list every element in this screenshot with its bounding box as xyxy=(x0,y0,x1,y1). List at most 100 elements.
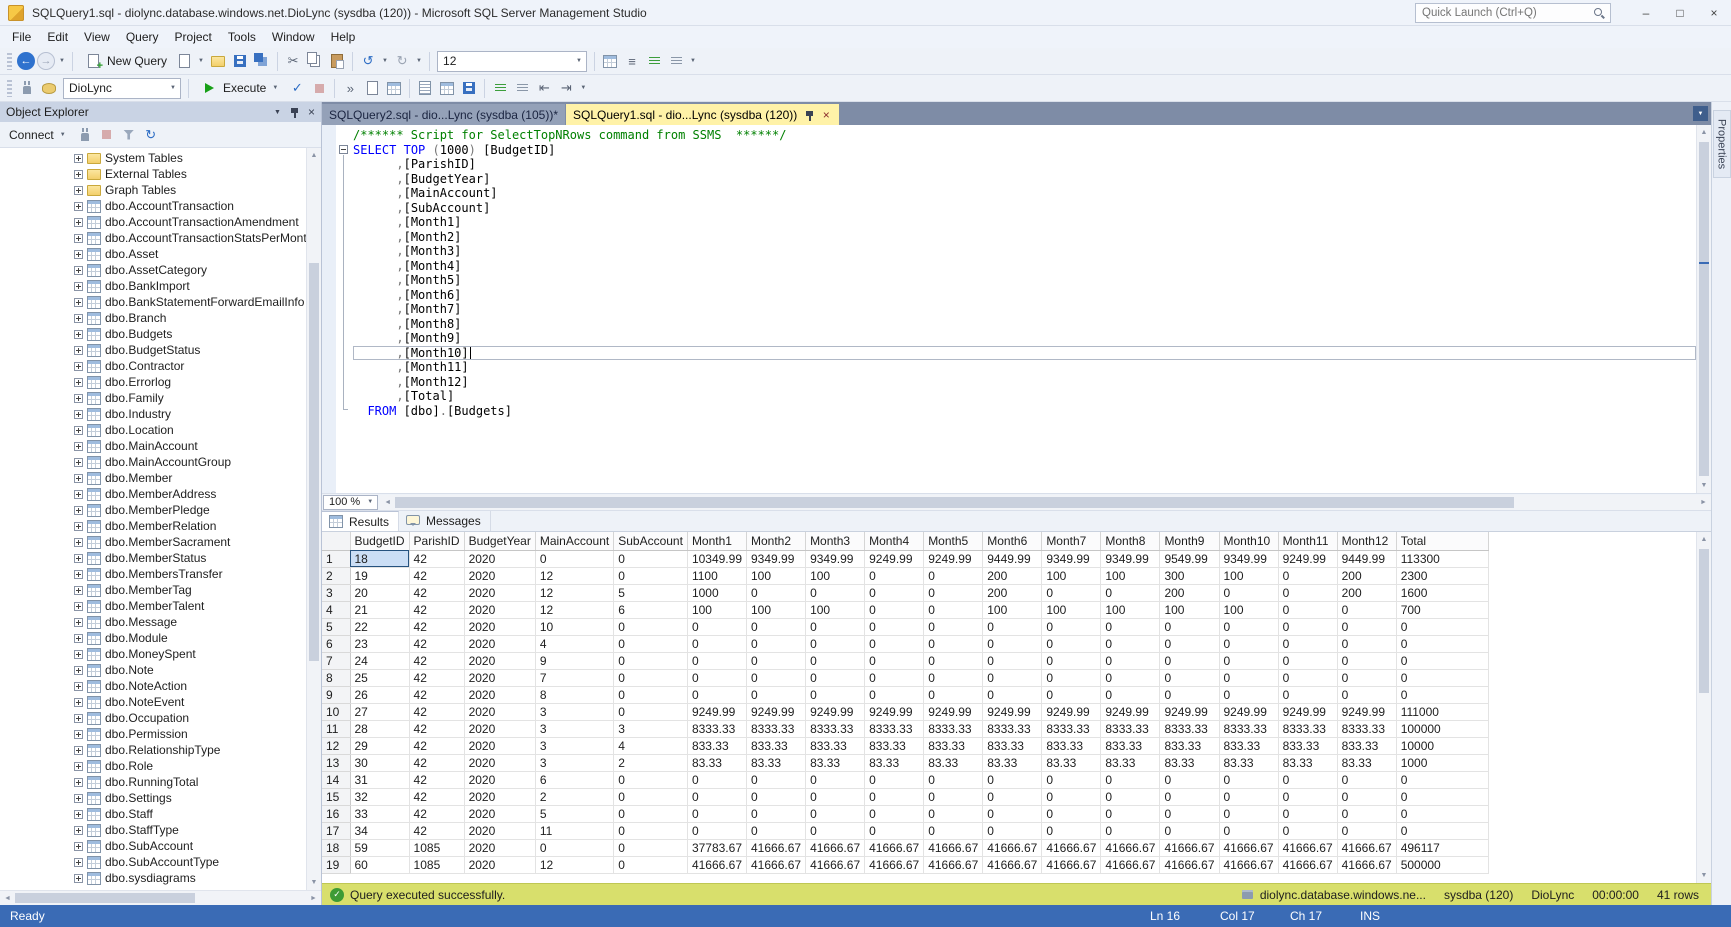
grid-cell[interactable]: 0 xyxy=(687,788,748,806)
tree-item[interactable]: dbo.AccountTransaction xyxy=(0,198,306,214)
grid-cell[interactable]: 5 xyxy=(613,584,688,602)
grid-cell[interactable]: 0 xyxy=(1100,822,1161,840)
grid-cell[interactable]: 0 xyxy=(805,584,866,602)
disconnect-icon[interactable] xyxy=(75,125,95,145)
tree-item[interactable]: dbo.MoneySpent xyxy=(0,646,306,662)
grid-cell[interactable]: 0 xyxy=(1041,652,1102,670)
tree-item[interactable]: dbo.Location xyxy=(0,422,306,438)
grid-cell[interactable]: 0 xyxy=(1337,771,1397,789)
grid-cell[interactable]: 0 xyxy=(1396,635,1489,653)
grid-cell[interactable]: 10000 xyxy=(1396,737,1489,755)
grid-cell[interactable]: 4 xyxy=(535,635,615,653)
grid-cell[interactable]: 0 xyxy=(613,771,688,789)
grid-cell[interactable]: 0 xyxy=(1396,686,1489,704)
tree-item[interactable]: dbo.BankStatementForwardEmailInfo xyxy=(0,294,306,310)
grid-cell[interactable]: 2300 xyxy=(1396,567,1489,585)
expand-icon[interactable] xyxy=(74,745,83,755)
grid-cell[interactable]: 0 xyxy=(923,686,984,704)
grid-cell[interactable]: 0 xyxy=(1219,822,1279,840)
font-size-combo[interactable]: 12 ▼ xyxy=(437,50,588,72)
expand-icon[interactable] xyxy=(74,233,83,243)
grid-cell[interactable]: 60 xyxy=(350,856,410,874)
grid-cell[interactable]: 0 xyxy=(613,788,688,806)
tree-item[interactable]: dbo.Industry xyxy=(0,406,306,422)
object-explorer-header[interactable]: Object Explorer ▼ × xyxy=(0,102,321,122)
grid-cell[interactable]: 0 xyxy=(1159,771,1220,789)
new-query-button[interactable]: New Query xyxy=(78,49,172,73)
expand-icon[interactable] xyxy=(74,313,83,323)
grid-cell[interactable]: 200 xyxy=(1159,584,1220,602)
row-number[interactable]: 9 xyxy=(322,686,351,704)
tree-item[interactable]: dbo.MemberRelation xyxy=(0,518,306,534)
tree-item[interactable]: dbo.MemberStatus xyxy=(0,550,306,566)
expand-icon[interactable] xyxy=(74,841,83,851)
grid-cell[interactable]: 2020 xyxy=(464,805,536,823)
grid-cell[interactable]: 9249.99 xyxy=(687,703,748,721)
grid-cell[interactable]: 0 xyxy=(1337,618,1397,636)
grid-cell[interactable]: 0 xyxy=(613,839,688,857)
grid-cell[interactable]: 0 xyxy=(746,584,807,602)
grid-cell[interactable]: 0 xyxy=(1159,822,1220,840)
decrease-indent-icon[interactable]: ⇤ xyxy=(534,78,554,98)
column-header[interactable]: Month12 xyxy=(1337,532,1397,551)
grid-cell[interactable]: 0 xyxy=(746,635,807,653)
grid-cell[interactable]: 100 xyxy=(805,601,866,619)
grid-cell[interactable]: 0 xyxy=(1100,788,1161,806)
row-number[interactable]: 6 xyxy=(322,635,351,653)
grid-cell[interactable]: 9249.99 xyxy=(1337,703,1397,721)
grid-cell[interactable]: 0 xyxy=(1278,601,1338,619)
grid-cell[interactable]: 0 xyxy=(746,805,807,823)
editor-vscrollbar[interactable]: ▲ ▼ xyxy=(1696,125,1711,493)
grid-cell[interactable]: 41666.67 xyxy=(1159,856,1220,874)
tree-item[interactable]: dbo.MainAccount xyxy=(0,438,306,454)
grid-cell[interactable]: 18 xyxy=(350,550,410,568)
grid-cell[interactable]: 0 xyxy=(613,567,688,585)
expand-icon[interactable] xyxy=(74,569,83,579)
tree-item[interactable]: dbo.Role xyxy=(0,758,306,774)
grid-cell[interactable]: 200 xyxy=(982,584,1043,602)
code-line[interactable]: ,[MainAccount] xyxy=(353,186,1696,201)
object-explorer-hscrollbar[interactable]: ◄ ► xyxy=(0,890,321,905)
grid-cell[interactable]: 100 xyxy=(982,601,1043,619)
grid-cell[interactable]: 8333.33 xyxy=(1219,720,1279,738)
column-header[interactable]: Month5 xyxy=(923,532,984,551)
grid-cell[interactable]: 0 xyxy=(1100,669,1161,687)
grid-cell[interactable]: 833.33 xyxy=(746,737,807,755)
grid-cell[interactable]: 0 xyxy=(805,669,866,687)
undo-icon[interactable]: ↺ xyxy=(358,51,378,71)
parse-icon[interactable]: ✓ xyxy=(287,78,307,98)
grid-cell[interactable]: 9249.99 xyxy=(746,703,807,721)
grid-cell[interactable]: 2020 xyxy=(464,669,536,687)
grid-cell[interactable]: 100 xyxy=(1100,601,1161,619)
grid-cell[interactable]: 100 xyxy=(805,567,866,585)
column-header[interactable]: MainAccount xyxy=(535,532,615,551)
maximize-button[interactable]: □ xyxy=(1663,0,1697,25)
grid-cell[interactable]: 100 xyxy=(1219,567,1279,585)
database-combo[interactable]: DioLync ▼ xyxy=(63,77,181,99)
grid-cell[interactable]: 42 xyxy=(409,822,465,840)
row-number[interactable]: 11 xyxy=(322,720,351,738)
pin-icon[interactable] xyxy=(802,108,815,121)
grid-cell[interactable]: 833.33 xyxy=(864,737,925,755)
grid-cell[interactable]: 9449.99 xyxy=(1337,550,1397,568)
scroll-track[interactable] xyxy=(1697,547,1711,868)
grid-cell[interactable]: 0 xyxy=(1278,567,1338,585)
grid-cell[interactable]: 9449.99 xyxy=(982,550,1043,568)
menu-tools[interactable]: Tools xyxy=(220,27,264,47)
grid-cell[interactable]: 2020 xyxy=(464,856,536,874)
grid-cell[interactable]: 500000 xyxy=(1396,856,1489,874)
auto-hide-pin-icon[interactable] xyxy=(287,105,302,120)
grid-cell[interactable]: 200 xyxy=(982,567,1043,585)
grid-cell[interactable]: 0 xyxy=(1219,686,1279,704)
grid-cell[interactable]: 100 xyxy=(1041,601,1102,619)
column-header[interactable]: ParishID xyxy=(409,532,465,551)
grid-cell[interactable]: 2020 xyxy=(464,601,536,619)
tree-item[interactable]: dbo.Occupation xyxy=(0,710,306,726)
grid-cell[interactable]: 9249.99 xyxy=(1219,703,1279,721)
grid-cell[interactable]: 496117 xyxy=(1396,839,1489,857)
grid-cell[interactable]: 41666.67 xyxy=(1041,839,1102,857)
code-line[interactable]: ,[Month8] xyxy=(353,317,1696,332)
scroll-left-icon[interactable]: ◄ xyxy=(380,495,395,510)
tree-item[interactable]: dbo.sysdiagrams xyxy=(0,870,306,886)
code-line[interactable]: ,[ParishID] xyxy=(353,157,1696,172)
